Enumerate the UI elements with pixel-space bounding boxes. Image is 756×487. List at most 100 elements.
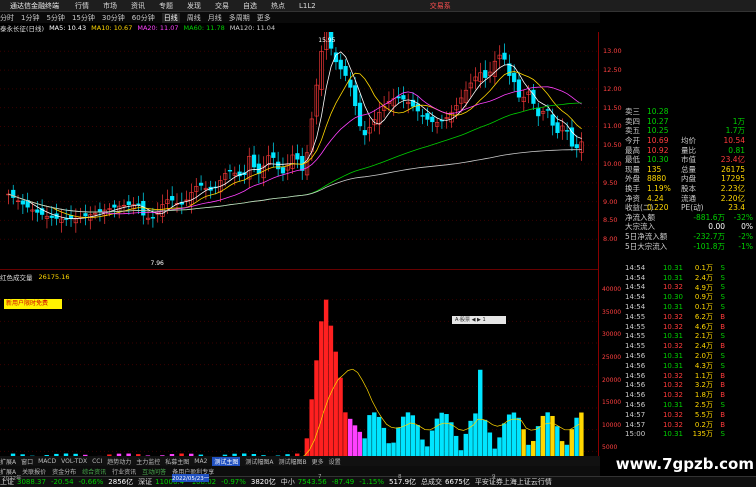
quote-value: 23.4亿 — [720, 155, 745, 165]
period-tab[interactable]: 分时 — [0, 13, 14, 23]
indicator-tab[interactable]: 私募主图 — [165, 457, 189, 466]
period-tab[interactable]: 60分钟 — [132, 13, 155, 23]
indicator-tab[interactable]: CCI — [92, 458, 102, 465]
tick-volume: 1.1万 — [694, 371, 713, 380]
candle-body — [550, 114, 555, 126]
indicator-tab[interactable]: 窗口 — [21, 457, 33, 466]
tick-side: B — [720, 410, 725, 419]
candle-body — [20, 200, 25, 205]
tick-row: 14:55 10.31 2.1万 S — [625, 332, 756, 342]
price-axis: 13.00 12.50 12.00 11.50 11.00 10.50 10.00 9.50 9… — [598, 32, 625, 477]
kline-chart[interactable]: 15.95 7.96 — [0, 32, 598, 270]
volume-chart[interactable] — [0, 281, 598, 473]
menu-quote[interactable]: 行情 — [75, 1, 89, 11]
menu-topic[interactable]: 专题 — [159, 1, 173, 11]
tick-price: 10.31 — [662, 430, 683, 439]
candle-body — [430, 116, 435, 123]
period-tab[interactable]: 月线 — [208, 13, 222, 23]
tick-row: 14:56 10.31 4.3万 S — [625, 361, 756, 371]
tick-side: B — [720, 381, 725, 390]
fund-percent: 0% — [741, 222, 753, 232]
indicator-tab[interactable]: 测试主图 — [212, 456, 241, 466]
period-tab[interactable]: 5分钟 — [46, 13, 64, 23]
date-label: 8 — [398, 474, 402, 480]
tick-time: 14:54 — [625, 273, 646, 282]
tick-row: 14:55 10.32 4.6万 B — [625, 322, 756, 332]
volume-tick-label: 20000 — [602, 376, 622, 384]
candle-body — [295, 153, 300, 160]
tick-price: 10.32 — [662, 391, 683, 400]
indicator-tab[interactable]: VOL-TDX — [61, 458, 87, 465]
tick-row: 14:54 10.31 0.1万 S — [625, 302, 756, 312]
tick-row: 14:55 10.32 2.4万 B — [625, 341, 756, 351]
ma20-line — [8, 86, 582, 215]
tick-price: 10.32 — [662, 342, 683, 351]
indicator-tab[interactable]: 扩展A — [0, 457, 16, 466]
tick-price: 10.32 — [662, 371, 683, 380]
menu-l1l2[interactable]: L1L2 — [299, 2, 316, 10]
quote-value: 1.19% — [647, 184, 671, 194]
indicator-tab[interactable]: 更多 — [312, 457, 324, 466]
indicator-tab[interactable]: 测试幅图B — [279, 457, 307, 466]
menu-hot[interactable]: 热点 — [271, 1, 285, 11]
menu-trade[interactable]: 交易 — [215, 1, 229, 11]
volume-bar — [319, 321, 324, 473]
quote-value: 4.24 — [647, 193, 664, 203]
menu-news[interactable]: 资讯 — [131, 1, 145, 11]
fund-percent: -2% — [738, 232, 753, 242]
quote-value: 10.54 — [723, 136, 745, 146]
tick-row: 14:54 10.32 4.9万 S — [625, 283, 756, 293]
tick-row: 14:56 10.32 1.8万 B — [625, 390, 756, 400]
price-tick-label: 12.50 — [603, 66, 622, 75]
tick-side: B — [720, 322, 725, 331]
tick-price: 10.32 — [662, 322, 683, 331]
indicator-tab[interactable]: 设置 — [329, 457, 341, 466]
price-tick-label: 9.50 — [603, 178, 618, 187]
tick-side: S — [720, 361, 725, 370]
volume-legend: 红色成交量 26175.16 — [0, 272, 600, 282]
volume-tick-label: 40000 — [602, 286, 622, 294]
period-tab[interactable]: 1分钟 — [21, 13, 39, 23]
tick-row: 14:56 10.31 2.5万 S — [625, 400, 756, 410]
period-tab[interactable]: 30分钟 — [102, 13, 125, 23]
ma-legend: 泰永长征(日线) MA5: 10.43 MA10: 10.67 MA20: 11… — [0, 23, 600, 33]
promo-tip[interactable]: 新用户限时免费 — [4, 299, 62, 309]
tick-volume: 4.3万 — [694, 361, 713, 370]
float-control[interactable]: A·股票 ◀ ▶ 1 — [452, 316, 506, 324]
date-label: 9 — [492, 474, 496, 480]
menu-market[interactable]: 市场 — [103, 1, 117, 11]
period-tab-day[interactable]: 日线 — [161, 12, 180, 23]
tick-volume: 0.9万 — [694, 293, 713, 302]
volume-value: 26175.16 — [38, 272, 70, 281]
candle-body — [170, 196, 175, 201]
period-tab-more[interactable]: 更多 — [257, 13, 271, 23]
tick-time: 14:54 — [625, 293, 646, 302]
candle-body — [357, 102, 363, 127]
quote-value: 10.25 — [647, 126, 669, 136]
tick-time: 14:54 — [625, 263, 646, 272]
menu-watchlist[interactable]: 自选 — [243, 1, 257, 11]
price-tick-label: 8.00 — [603, 235, 618, 244]
tick-time: 14:55 — [625, 342, 646, 351]
candle-body — [271, 152, 276, 158]
indicator-tab[interactable]: 趋势动力 — [107, 457, 131, 466]
candle-body — [280, 167, 286, 174]
period-tab[interactable]: 多周期 — [229, 13, 250, 23]
indicator-tab[interactable]: MACD — [38, 458, 56, 465]
tick-price: 10.31 — [662, 303, 683, 312]
quote-value: 135 — [647, 164, 662, 174]
tick-price: 10.32 — [662, 410, 683, 419]
period-tab[interactable]: 15分钟 — [72, 13, 95, 23]
indicator-tab[interactable]: 测试幅图A — [245, 457, 273, 466]
indicator-tab[interactable]: 主力监控 — [136, 457, 160, 466]
trade-system-link[interactable]: 交易系 — [430, 1, 451, 11]
volume-title: 红色成交量 — [0, 273, 33, 282]
menu-discover[interactable]: 发现 — [187, 1, 201, 11]
date-axis: 2022年 2022/05/23一 7 8 9 — [0, 474, 598, 482]
period-tab[interactable]: 周线 — [187, 13, 201, 23]
tick-row: 14:54 10.31 2.4万 S — [625, 273, 756, 283]
tick-side: S — [720, 352, 725, 361]
fund-label: 5日大宗流入 — [625, 241, 668, 251]
indicator-tab[interactable]: MA2 — [194, 458, 207, 465]
tick-volume: 4.9万 — [694, 283, 713, 292]
